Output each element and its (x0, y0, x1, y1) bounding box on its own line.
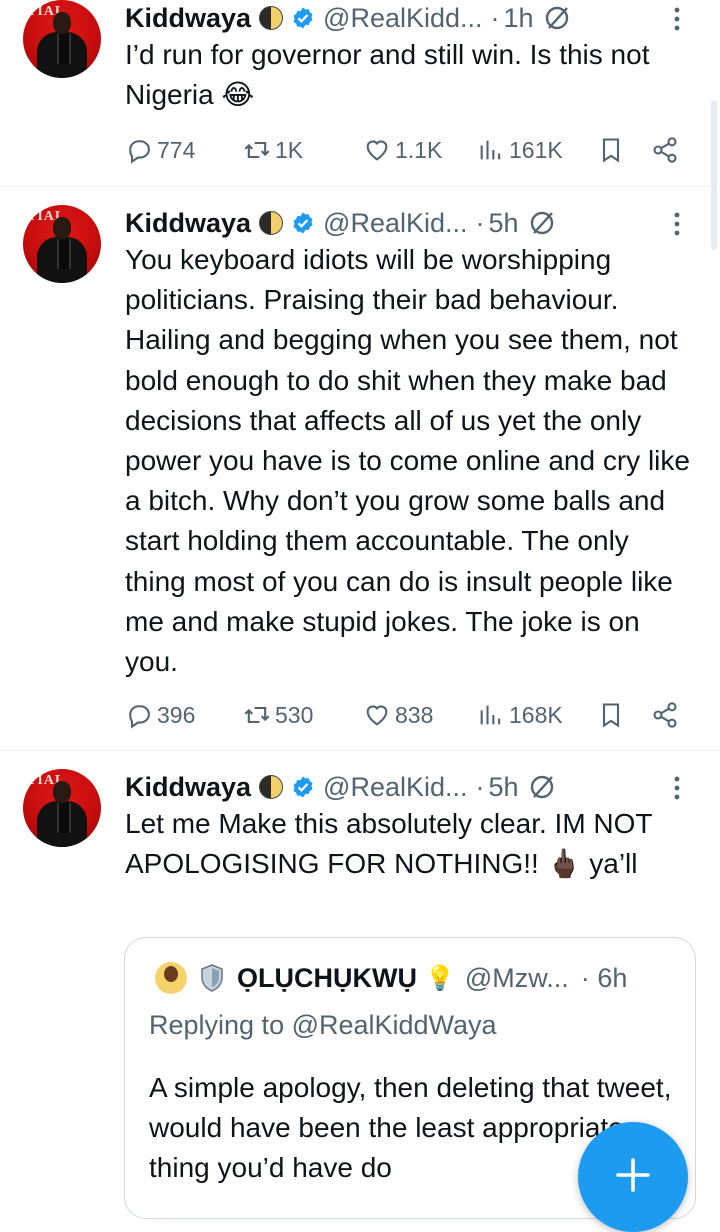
quote-header: ỌLỤCHỤKWỤ 💡 @Mzw... · 6h (155, 962, 627, 994)
share-icon (653, 702, 677, 728)
views-icon (480, 705, 501, 725)
action-bar: 774 1K 1.1K 161K (125, 130, 695, 170)
bookmark-icon (602, 703, 620, 728)
author-name[interactable]: Kiddwaya (125, 772, 251, 803)
timestamp[interactable]: 1h (504, 3, 534, 34)
moon-emoji-icon (259, 211, 284, 235)
more-icon[interactable] (665, 209, 689, 239)
retweet-button[interactable]: 530 (243, 695, 313, 735)
shield-icon (201, 964, 223, 992)
avatar[interactable]: TIAL (23, 0, 101, 78)
like-icon (366, 140, 388, 161)
retweet-icon (244, 141, 270, 159)
views-icon (480, 140, 501, 160)
author-handle[interactable]: @RealKidd... (323, 3, 482, 34)
scrollbar[interactable] (711, 100, 717, 250)
like-count: 838 (395, 701, 434, 728)
views-count: 168K (509, 701, 563, 728)
views-count: 161K (509, 136, 563, 163)
like-count: 1.1K (395, 136, 443, 163)
avatar[interactable]: TIAL (23, 769, 101, 847)
bookmark-icon (602, 138, 620, 163)
separator-dot: · (490, 2, 500, 33)
reply-button[interactable]: 774 (125, 130, 195, 170)
separator-dot: · (580, 962, 590, 993)
retweet-button[interactable]: 1K (243, 130, 303, 170)
like-icon (366, 705, 388, 726)
verified-icon (293, 212, 313, 234)
like-button[interactable]: 1.1K (363, 130, 442, 170)
reply-icon (129, 705, 150, 729)
grok-icon[interactable] (527, 772, 557, 802)
author-handle[interactable]: @RealKid... (323, 208, 467, 239)
timestamp[interactable]: 5h (489, 208, 519, 239)
retweet-count: 1K (275, 136, 304, 163)
bookmark-button[interactable] (597, 695, 629, 735)
tweet-divider (0, 750, 720, 751)
share-icon (653, 137, 677, 163)
retweet-icon (244, 706, 270, 724)
moon-emoji-icon (259, 775, 284, 799)
share-button[interactable] (651, 130, 683, 170)
separator-dot: · (475, 771, 485, 802)
grok-icon[interactable] (527, 208, 557, 238)
more-icon[interactable] (665, 773, 689, 803)
timestamp[interactable]: 5h (489, 772, 519, 803)
reply-button[interactable]: 396 (125, 695, 195, 735)
lightbulb-icon: 💡 (424, 964, 455, 992)
moon-emoji-icon (259, 6, 284, 30)
verified-icon (293, 7, 313, 29)
retweet-count: 530 (275, 701, 314, 728)
tweet-header: Kiddwaya @RealKid... · 5h (125, 205, 685, 241)
replying-to[interactable]: Replying to @RealKiddWaya (149, 1010, 497, 1041)
author-name[interactable]: Kiddwaya (125, 3, 251, 34)
author-name[interactable]: Kiddwaya (125, 208, 251, 239)
tweet-header: Kiddwaya @RealKidd... · 1h (125, 0, 685, 36)
tweet-divider (0, 186, 720, 187)
quote-avatar[interactable] (155, 962, 187, 994)
tweet-header: Kiddwaya @RealKid... · 5h (125, 769, 685, 805)
verified-icon (293, 776, 313, 798)
bookmark-button[interactable] (597, 130, 629, 170)
quote-timestamp[interactable]: 6h (597, 963, 627, 993)
reply-count: 774 (157, 136, 196, 163)
like-button[interactable]: 838 (363, 695, 433, 735)
compose-button[interactable] (578, 1122, 688, 1232)
reply-count: 396 (157, 701, 196, 728)
more-icon[interactable] (665, 4, 689, 34)
quote-author-name[interactable]: ỌLỤCHỤKWỤ (237, 963, 417, 994)
separator-dot: · (475, 207, 485, 238)
tweet-text: I’d run for governor and still win. Is t… (125, 39, 650, 111)
author-handle[interactable]: @RealKid... (323, 772, 467, 803)
tweet-text: Let me Make this absolutely clear. IM NO… (125, 808, 653, 880)
quote-author-handle[interactable]: @Mzw... (465, 963, 569, 994)
share-button[interactable] (651, 695, 683, 735)
compose-icon (616, 1158, 650, 1192)
views-button[interactable]: 161K (477, 130, 563, 170)
action-bar: 396 530 838 168K (125, 695, 695, 735)
views-button[interactable]: 168K (477, 695, 563, 735)
tweet-text: You keyboard idiots will be worshipping … (125, 244, 690, 678)
avatar[interactable]: TIAL (23, 205, 101, 283)
grok-icon[interactable] (542, 3, 572, 33)
reply-icon (129, 140, 150, 164)
